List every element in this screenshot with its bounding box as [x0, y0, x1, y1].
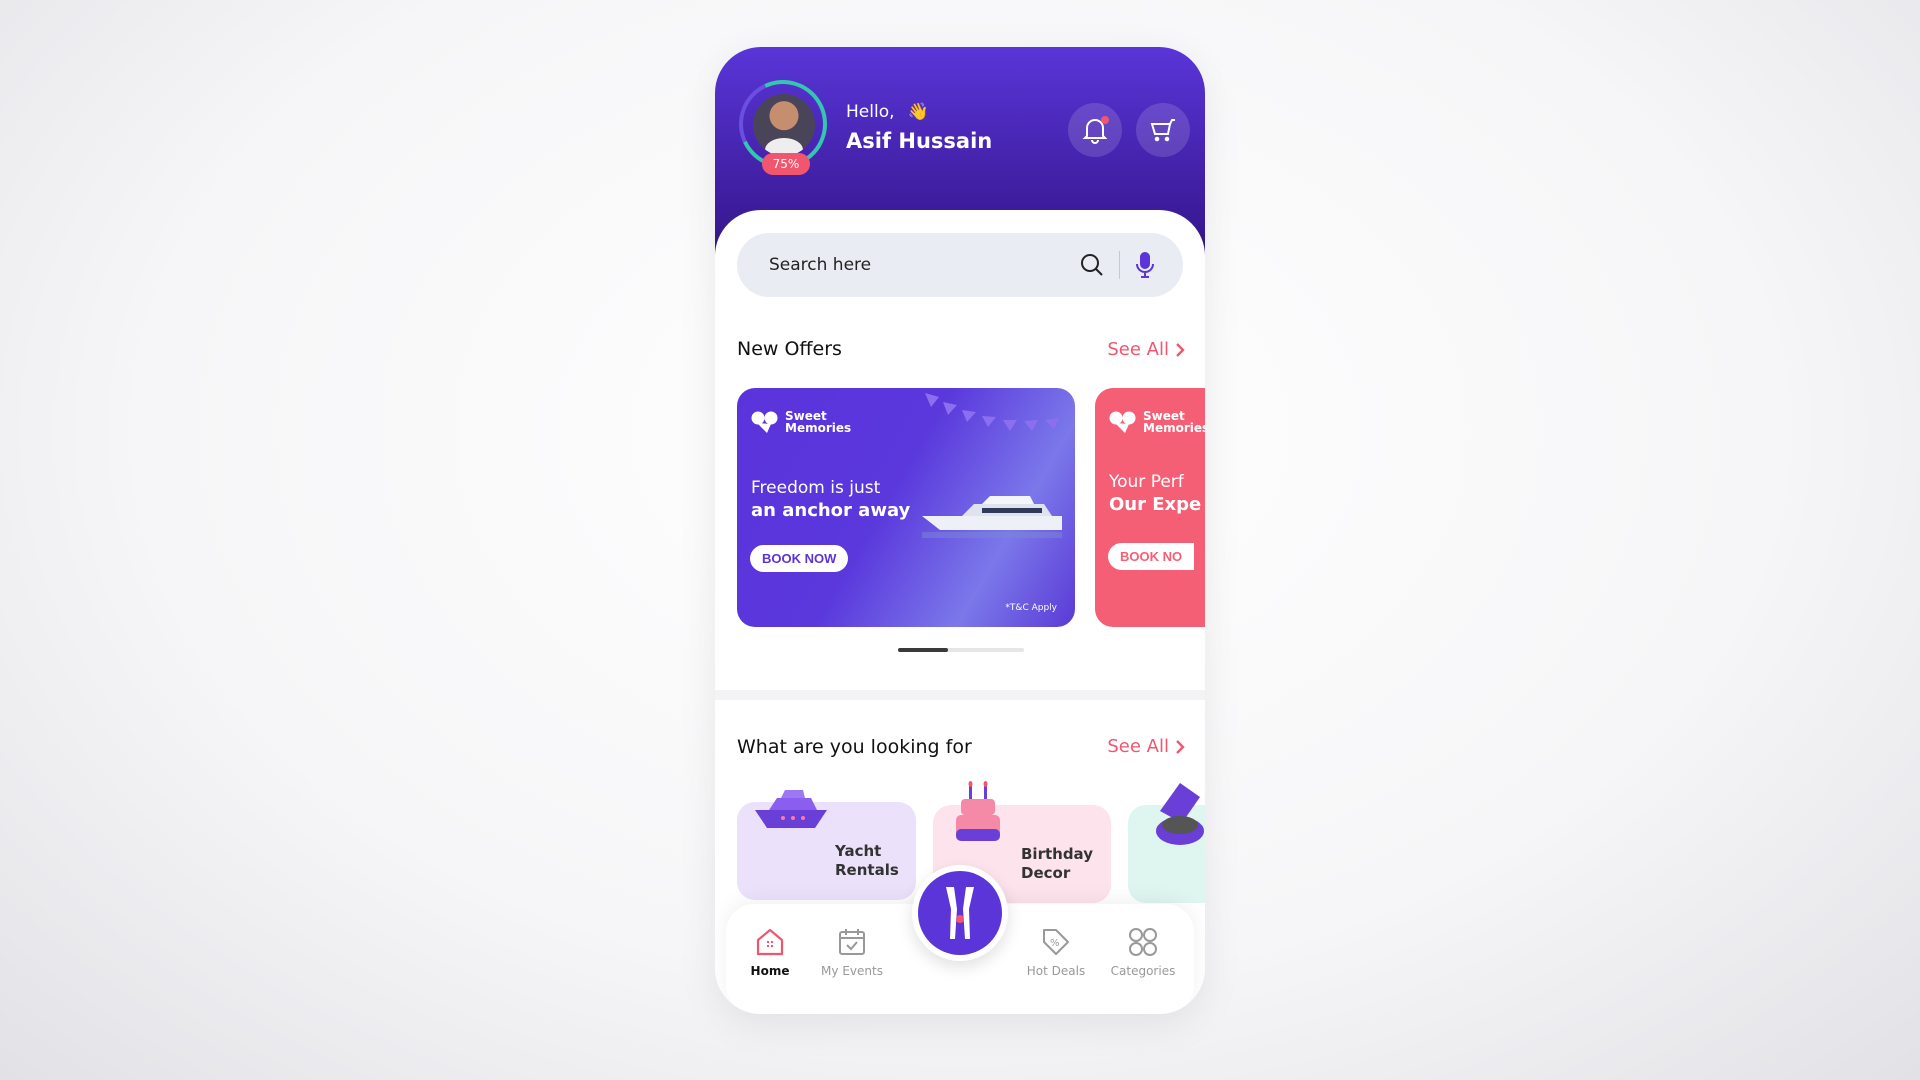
chevron-right-icon: [1176, 342, 1185, 357]
category-label-line2: Rentals: [835, 861, 899, 879]
brand-line-2: Memories: [785, 421, 852, 435]
carousel-indicator-active: [898, 648, 948, 652]
offer-banner-second[interactable]: Sweet Memories Your Perf Our Expe BOOK NO: [1095, 388, 1205, 627]
banner-headline: Freedom is just: [751, 478, 881, 498]
avatar[interactable]: [753, 94, 815, 156]
nav-my-events[interactable]: My Events: [812, 926, 892, 978]
greeting: Hello, 👋: [846, 102, 929, 122]
wave-icon: 👋: [907, 102, 930, 122]
categories-see-all-link[interactable]: See All: [1107, 736, 1185, 757]
carousel-indicator[interactable]: [898, 648, 1024, 652]
category-label: Yacht Rentals: [835, 842, 899, 880]
section-divider: [715, 690, 1205, 700]
heart-logo-icon: [1109, 411, 1136, 433]
banner-subheadline: Our Expe: [1109, 494, 1202, 515]
category-label-line1: Birthday: [1021, 845, 1093, 863]
microphone-icon[interactable]: [1135, 251, 1155, 279]
svg-text:%: %: [1050, 938, 1060, 949]
user-name: Asif Hussain: [846, 129, 993, 153]
offers-see-all-link[interactable]: See All: [1107, 339, 1185, 360]
bunting-decoration: [925, 393, 1059, 431]
chevron-right-icon: [1176, 739, 1185, 754]
cart-icon: [1150, 119, 1175, 142]
see-all-label: See All: [1107, 736, 1169, 757]
notifications-button[interactable]: [1068, 103, 1122, 157]
banner-headline: Your Perf: [1109, 472, 1184, 492]
grid-icon: [1129, 928, 1157, 956]
search-bar: [737, 233, 1183, 297]
book-now-button[interactable]: BOOK NO: [1108, 543, 1195, 570]
book-now-button[interactable]: BOOK NOW: [750, 545, 849, 572]
see-all-label: See All: [1107, 339, 1169, 360]
yacht-icon: [755, 790, 827, 828]
yacht-image: [922, 496, 1062, 538]
champagne-glass-icon: [946, 887, 974, 939]
offer-banner-yacht[interactable]: Sweet Memories Freedom is just an anchor …: [737, 388, 1075, 627]
nav-label: Home: [750, 964, 790, 978]
search-input[interactable]: [769, 233, 1069, 297]
phone-screen: 75% Hello, 👋 Asif Hussain New Offers See…: [715, 47, 1205, 1014]
profile-completion-badge: 75%: [762, 153, 810, 175]
calendar-icon: [839, 929, 865, 955]
brand-logo: Sweet Memories: [751, 410, 851, 434]
ring-box-icon: [1156, 783, 1204, 845]
discount-tag-icon: %: [1043, 929, 1069, 955]
notification-badge: [1101, 116, 1109, 124]
nav-label: My Events: [821, 964, 883, 978]
banner-subheadline: an anchor away: [751, 500, 911, 521]
nav-home[interactable]: Home: [730, 926, 810, 978]
greeting-text: Hello,: [846, 102, 895, 122]
home-icon: [756, 928, 784, 956]
search-icon[interactable]: [1080, 253, 1104, 277]
category-label-line1: Yacht: [835, 842, 882, 860]
nav-label: Categories: [1110, 964, 1176, 978]
center-action-button[interactable]: [912, 865, 1008, 961]
heart-logo-icon: [751, 411, 778, 433]
category-label: Birthday Decor: [1021, 845, 1093, 883]
nav-hot-deals[interactable]: % Hot Deals: [1016, 926, 1096, 978]
new-offers-title: New Offers: [737, 338, 842, 360]
category-engagement[interactable]: [1128, 783, 1205, 903]
brand-logo: Sweet Memories: [1109, 410, 1205, 434]
brand-line-2: Memories: [1143, 421, 1205, 435]
terms-note: *T&C Apply: [1005, 603, 1057, 613]
category-label-line2: Decor: [1021, 864, 1071, 882]
nav-label: Hot Deals: [1026, 964, 1086, 978]
search-divider: [1119, 251, 1120, 279]
nav-categories[interactable]: Categories: [1103, 926, 1183, 978]
categories-title: What are you looking for: [737, 736, 972, 758]
category-yacht-rentals[interactable]: Yacht Rentals: [737, 790, 916, 900]
birthday-cake-icon: [956, 781, 1000, 841]
cart-button[interactable]: [1136, 103, 1190, 157]
